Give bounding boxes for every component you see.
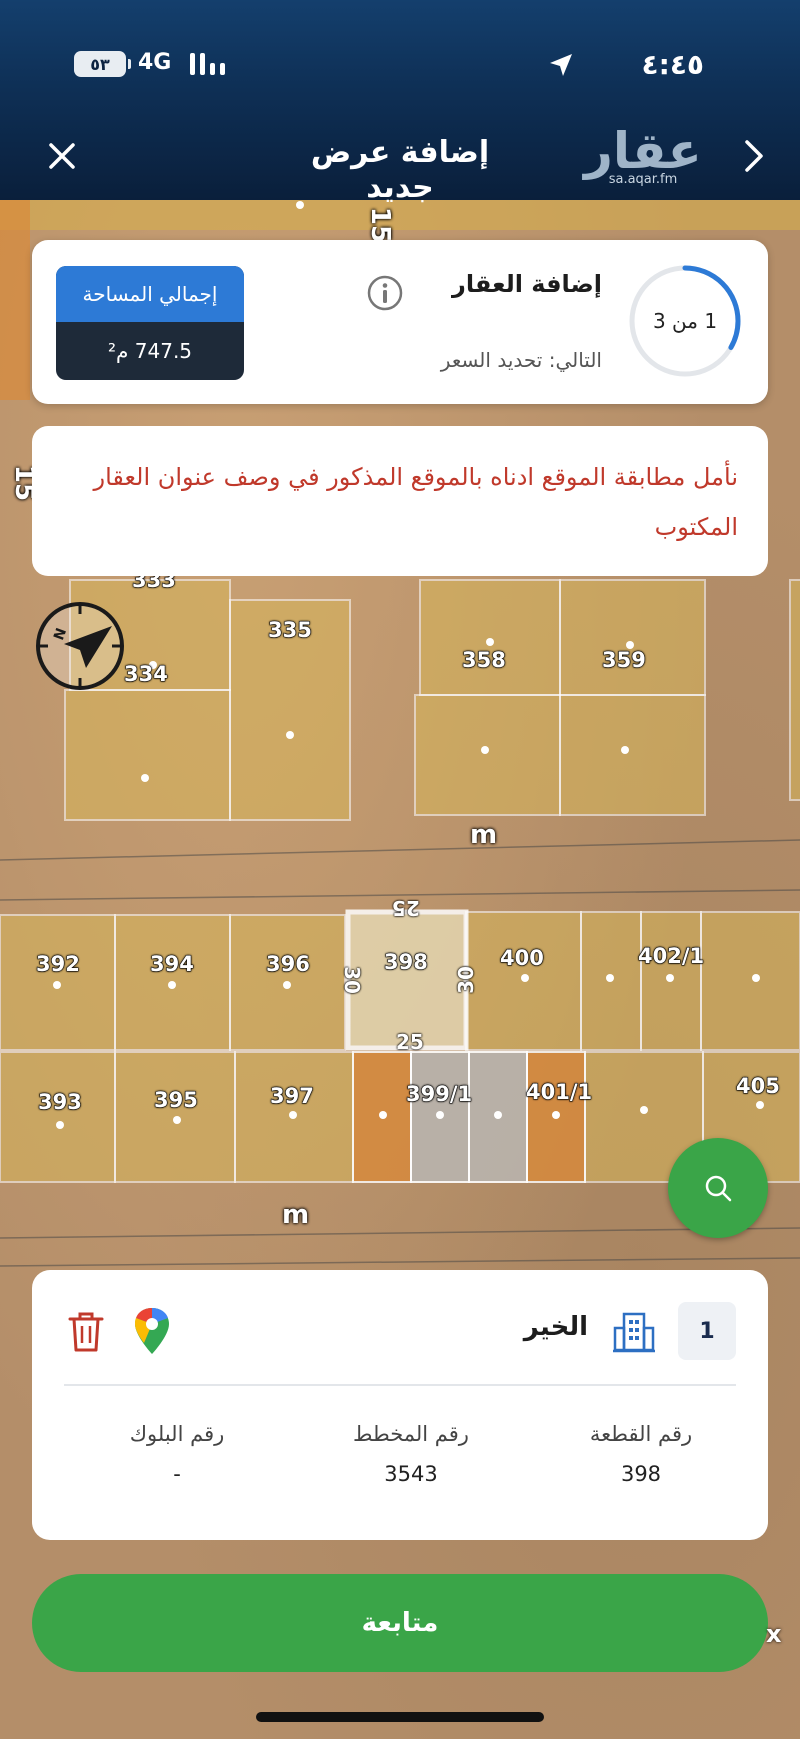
plot-label: 392 [36, 952, 81, 977]
dimension-label: 25 [396, 1030, 424, 1054]
trash-icon[interactable] [66, 1310, 106, 1354]
total-area-label: إجمالي المساحة [56, 266, 244, 322]
status-bar: ٥٣ 4G ٤:٤٥ [0, 44, 800, 84]
field-value: - [173, 1462, 181, 1486]
location-arrow-icon [550, 54, 572, 76]
total-area-badge: إجمالي المساحة 747.5 م² [56, 266, 244, 380]
dimension-label: 30 [453, 966, 478, 994]
plot-number-field: رقم القطعة 398 [556, 1422, 726, 1486]
street-label: 15 [365, 206, 396, 244]
forward-button[interactable] [736, 138, 772, 174]
step-progress-label: 1 من 3 [652, 309, 718, 333]
network-label: 4G [138, 50, 172, 75]
location-notice: نأمل مطابقة الموقع ادناه بالموقع المذكور… [32, 426, 768, 576]
field-value: 398 [620, 1462, 662, 1486]
dimension-label: 30 [339, 966, 364, 994]
plot-label: 393 [38, 1090, 83, 1115]
scheme-number-field: رقم المخطط 3543 [326, 1422, 496, 1486]
step-card: 1 من 3 إضافة العقار التالي: تحديد السعر … [32, 240, 768, 404]
signal-icon [190, 53, 225, 75]
property-index: 1 [678, 1302, 736, 1360]
google-maps-pin-icon[interactable] [132, 1306, 172, 1356]
plot-label: 396 [266, 952, 311, 977]
building-icon [613, 1312, 655, 1353]
status-time: ٤:٤٥ [641, 48, 704, 81]
plot-label: 397 [270, 1084, 315, 1109]
close-button[interactable] [44, 138, 80, 174]
plot-label: 399/1 [405, 1082, 473, 1107]
street-label: m [282, 1200, 310, 1230]
close-icon [49, 143, 75, 169]
step-title: إضافة العقار [452, 270, 602, 298]
app-logo: عقار sa.aqar.fm [578, 124, 708, 194]
property-card: 1 الخير رقم القطعة 398 رقم المخطط 3543 ر… [32, 1270, 768, 1540]
chevron-right-icon [745, 140, 763, 172]
dismiss-mark[interactable]: x [766, 1620, 781, 1648]
plot-label: 394 [150, 952, 195, 977]
info-icon [367, 275, 403, 311]
plot-label: 400 [500, 946, 545, 971]
field-label: رقم البلوك [129, 1422, 225, 1446]
card-divider [64, 1384, 736, 1386]
app-header: ٥٣ 4G ٤:٤٥ إضافة عرض جديد عقار sa.aqar.f… [0, 0, 800, 205]
block-number-field: رقم البلوك - [92, 1422, 262, 1486]
plot-label: 358 [462, 648, 507, 673]
dimension-label: 25 [392, 896, 420, 920]
logo-text: عقار [584, 122, 702, 180]
continue-button[interactable]: متابعة [32, 1574, 768, 1672]
search-icon [705, 1175, 732, 1202]
field-value: 3543 [384, 1462, 438, 1486]
plot-label: 359 [602, 648, 647, 673]
plot-label: 334 [124, 662, 169, 687]
field-label: رقم القطعة [589, 1422, 693, 1446]
home-indicator [256, 1712, 544, 1722]
field-label: رقم المخطط [353, 1422, 469, 1446]
plot-label-selected: 398 [384, 950, 429, 975]
zoom-search-button[interactable] [668, 1138, 768, 1238]
street-label: m [470, 820, 498, 850]
plot-label: 402/1 [637, 944, 705, 969]
battery-indicator: ٥٣ [74, 51, 131, 77]
plot-label: 395 [154, 1088, 199, 1113]
district-name: الخير [523, 1312, 588, 1342]
compass-icon[interactable]: N [34, 600, 126, 692]
plot-label: 401/1 [525, 1080, 593, 1105]
info-button[interactable] [366, 274, 404, 312]
page-title: إضافة عرض جديد [310, 135, 490, 205]
plot-label: 405 [736, 1074, 781, 1099]
plot-label: 335 [268, 618, 313, 643]
next-step-label: التالي: تحديد السعر [440, 348, 602, 372]
total-area-value: 747.5 م² [107, 339, 193, 363]
